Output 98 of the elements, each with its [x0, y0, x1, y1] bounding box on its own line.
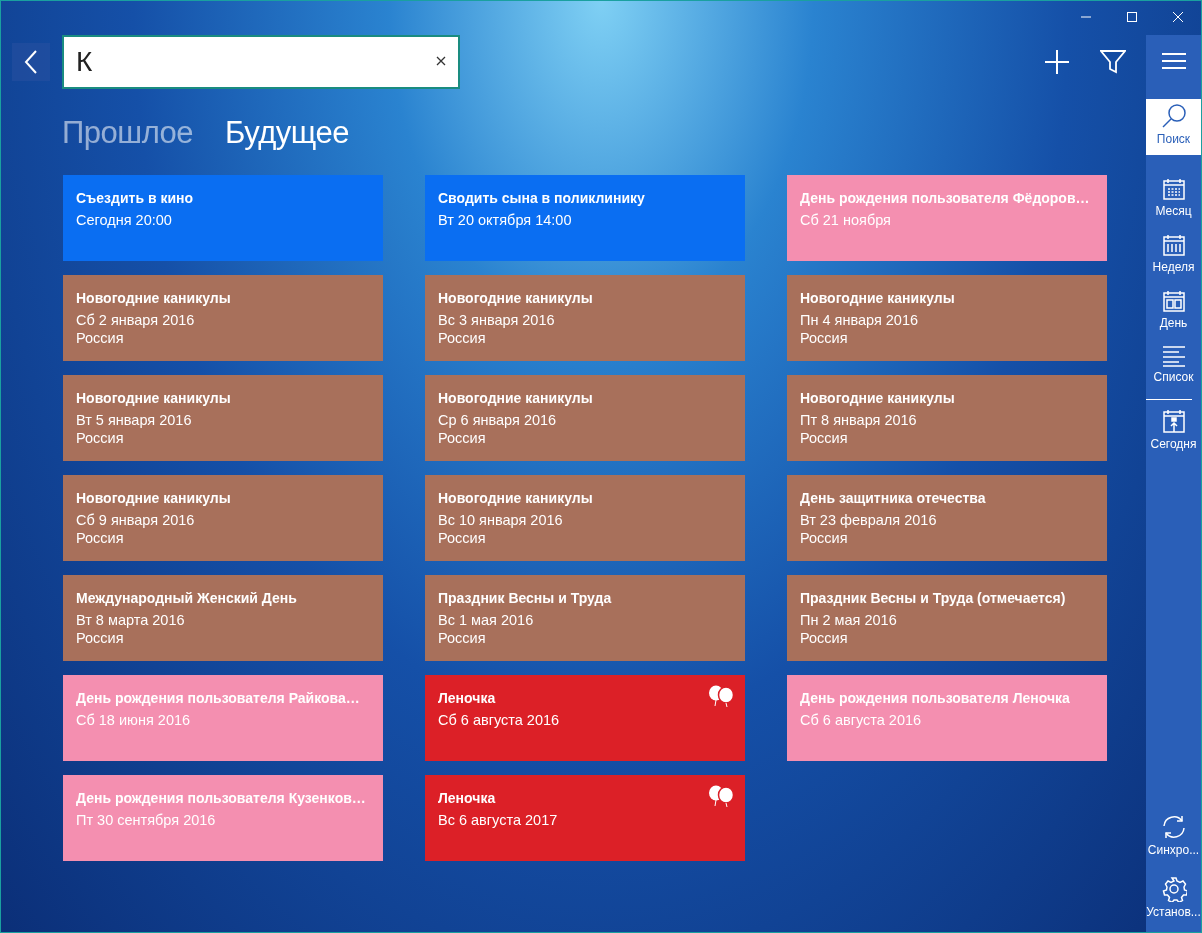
- event-title: День рождения пользователя Фёдоров…: [800, 190, 1090, 206]
- event-title: Праздник Весны и Труда: [438, 590, 612, 606]
- event-title: День рождения пользователя Леночка: [800, 690, 1070, 706]
- nav-item[interactable]: Синхро...: [1146, 810, 1201, 866]
- event-location: Россия: [76, 530, 124, 546]
- event-title: Новогодние каникулы: [76, 290, 231, 306]
- event-date: Вс 1 мая 2016: [438, 612, 534, 628]
- event-date: Сб 18 июня 2016: [76, 712, 191, 728]
- event-card[interactable]: Съездить в кино Сегодня 20:00: [63, 175, 383, 261]
- event-title: Новогодние каникулы: [438, 290, 593, 306]
- event-title: Новогодние каникулы: [438, 390, 593, 406]
- event-location: Россия: [438, 330, 486, 346]
- event-date: Сегодня 20:00: [76, 212, 172, 228]
- event-location: Россия: [800, 630, 848, 646]
- event-card[interactable]: Новогодние каникулы Пн 4 января 2016 Россия: [787, 275, 1107, 361]
- event-card[interactable]: День рождения пользователя Кузенков… Пт 30 сентября 2016: [63, 775, 383, 861]
- event-card[interactable]: Новогодние каникулы Сб 9 января 2016 Россия: [63, 475, 383, 561]
- event-card[interactable]: Новогодние каникулы Пт 8 января 2016 Россия: [787, 375, 1107, 461]
- nav-item[interactable]: День: [1146, 285, 1201, 341]
- event-title: День рождения пользователя Райкова…: [76, 690, 360, 706]
- event-card[interactable]: Новогодние каникулы Вс 3 января 2016 Россия: [425, 275, 745, 361]
- event-date: Вс 6 августа 2017: [438, 812, 558, 828]
- tab[interactable]: Будущее: [225, 109, 349, 157]
- event-date: Сб 2 января 2016: [76, 312, 195, 328]
- event-date: Сб 21 ноября: [800, 212, 891, 228]
- calendar-icon: [1161, 233, 1186, 257]
- event-date: Сб 9 января 2016: [76, 512, 195, 528]
- event-card[interactable]: Новогодние каникулы Вс 10 января 2016 Россия: [425, 475, 745, 561]
- event-card[interactable]: День защитника отечества Вт 23 февраля 2016 Россия: [787, 475, 1107, 561]
- event-location: Россия: [76, 430, 124, 446]
- filter-icon: [1100, 49, 1126, 75]
- nav-item[interactable]: Установ...: [1146, 872, 1201, 928]
- event-location: Россия: [800, 530, 848, 546]
- event-card[interactable]: День рождения пользователя Райкова… Сб 18 июня 2016: [63, 675, 383, 761]
- event-location: Россия: [438, 530, 486, 546]
- calendar-today-icon: [1161, 408, 1186, 434]
- event-title: Новогодние каникулы: [76, 490, 231, 506]
- event-title: Новогодние каникулы: [800, 390, 955, 406]
- event-card[interactable]: Праздник Весны и Труда (отмечается) Пн 2 мая 2016 Россия: [787, 575, 1107, 661]
- event-location: Россия: [438, 430, 486, 446]
- search-icon: [1160, 103, 1187, 129]
- event-date: Вс 3 января 2016: [438, 312, 555, 328]
- event-date: Вт 5 января 2016: [76, 412, 192, 428]
- nav-item[interactable]: Неделя: [1146, 229, 1201, 285]
- event-card[interactable]: Новогодние каникулы Вт 5 января 2016 Россия: [63, 375, 383, 461]
- close-icon: [1172, 11, 1184, 23]
- event-date: Пн 2 мая 2016: [800, 612, 897, 628]
- event-title: День рождения пользователя Кузенков…: [76, 790, 366, 806]
- event-date: Пт 30 сентября 2016: [76, 812, 216, 828]
- event-card[interactable]: Праздник Весны и Труда Вс 1 мая 2016 Россия: [425, 575, 745, 661]
- event-date: Ср 6 января 2016: [438, 412, 557, 428]
- event-card[interactable]: Леночка Вс 6 августа 2017: [425, 775, 745, 861]
- menu-icon: [1160, 51, 1187, 71]
- event-title: Международный Женский День: [76, 590, 297, 606]
- event-location: Россия: [800, 430, 848, 446]
- event-date: Вт 23 февраля 2016: [800, 512, 937, 528]
- plus-icon: [1044, 49, 1070, 75]
- event-title: Сводить сына в поликлинику: [438, 190, 645, 206]
- list-icon: [1161, 345, 1186, 367]
- event-location: Россия: [800, 330, 848, 346]
- event-card[interactable]: День рождения пользователя Фёдоров… Сб 21 ноября: [787, 175, 1107, 261]
- event-card[interactable]: Международный Женский День Вт 8 марта 2016 Россия: [63, 575, 383, 661]
- event-title: Праздник Весны и Труда (отмечается): [800, 590, 1066, 606]
- event-date: Сб 6 августа 2016: [438, 712, 560, 728]
- back-button[interactable]: [12, 43, 50, 81]
- tab[interactable]: Прошлое: [62, 109, 194, 157]
- event-card[interactable]: День рождения пользователя Леночка Сб 6 августа 2016: [787, 675, 1107, 761]
- event-location: Россия: [438, 630, 486, 646]
- event-title: День защитника отечества: [800, 490, 986, 506]
- event-location: Россия: [76, 330, 124, 346]
- event-date: Пт 8 января 2016: [800, 412, 917, 428]
- event-card[interactable]: Новогодние каникулы Сб 2 января 2016 Россия: [63, 275, 383, 361]
- event-date: Пн 4 января 2016: [800, 312, 919, 328]
- search-field[interactable]: К: [62, 35, 460, 89]
- event-location: Россия: [76, 630, 124, 646]
- calendar-icon: [1161, 177, 1186, 201]
- nav-item[interactable]: Сегодня: [1146, 404, 1201, 460]
- event-date: Вс 10 января 2016: [438, 512, 563, 528]
- event-card[interactable]: Сводить сына в поликлинику Вт 20 октября 14:00: [425, 175, 745, 261]
- settings-icon: [1160, 876, 1187, 902]
- clear-button[interactable]: [436, 56, 446, 66]
- event-date: Сб 6 августа 2016: [800, 712, 922, 728]
- nav-item[interactable]: Список: [1146, 341, 1201, 397]
- event-title: Леночка: [438, 790, 496, 806]
- event-title: Новогодние каникулы: [438, 490, 593, 506]
- event-date: Вт 20 октября 14:00: [438, 212, 572, 228]
- maximize-icon: [1126, 11, 1138, 23]
- event-card[interactable]: Леночка Сб 6 августа 2016: [425, 675, 745, 761]
- event-title: Новогодние каникулы: [76, 390, 231, 406]
- event-date: Вт 8 марта 2016: [76, 612, 185, 628]
- event-title: Леночка: [438, 690, 496, 706]
- calendar-icon: [1161, 289, 1186, 313]
- event-card[interactable]: Новогодние каникулы Ср 6 января 2016 Россия: [425, 375, 745, 461]
- close-icon: [436, 56, 446, 66]
- nav-item[interactable]: Месяц: [1146, 173, 1201, 229]
- event-title: Съездить в кино: [76, 190, 194, 206]
- event-title: Новогодние каникулы: [800, 290, 955, 306]
- nav-item[interactable]: Поиск: [1146, 99, 1201, 155]
